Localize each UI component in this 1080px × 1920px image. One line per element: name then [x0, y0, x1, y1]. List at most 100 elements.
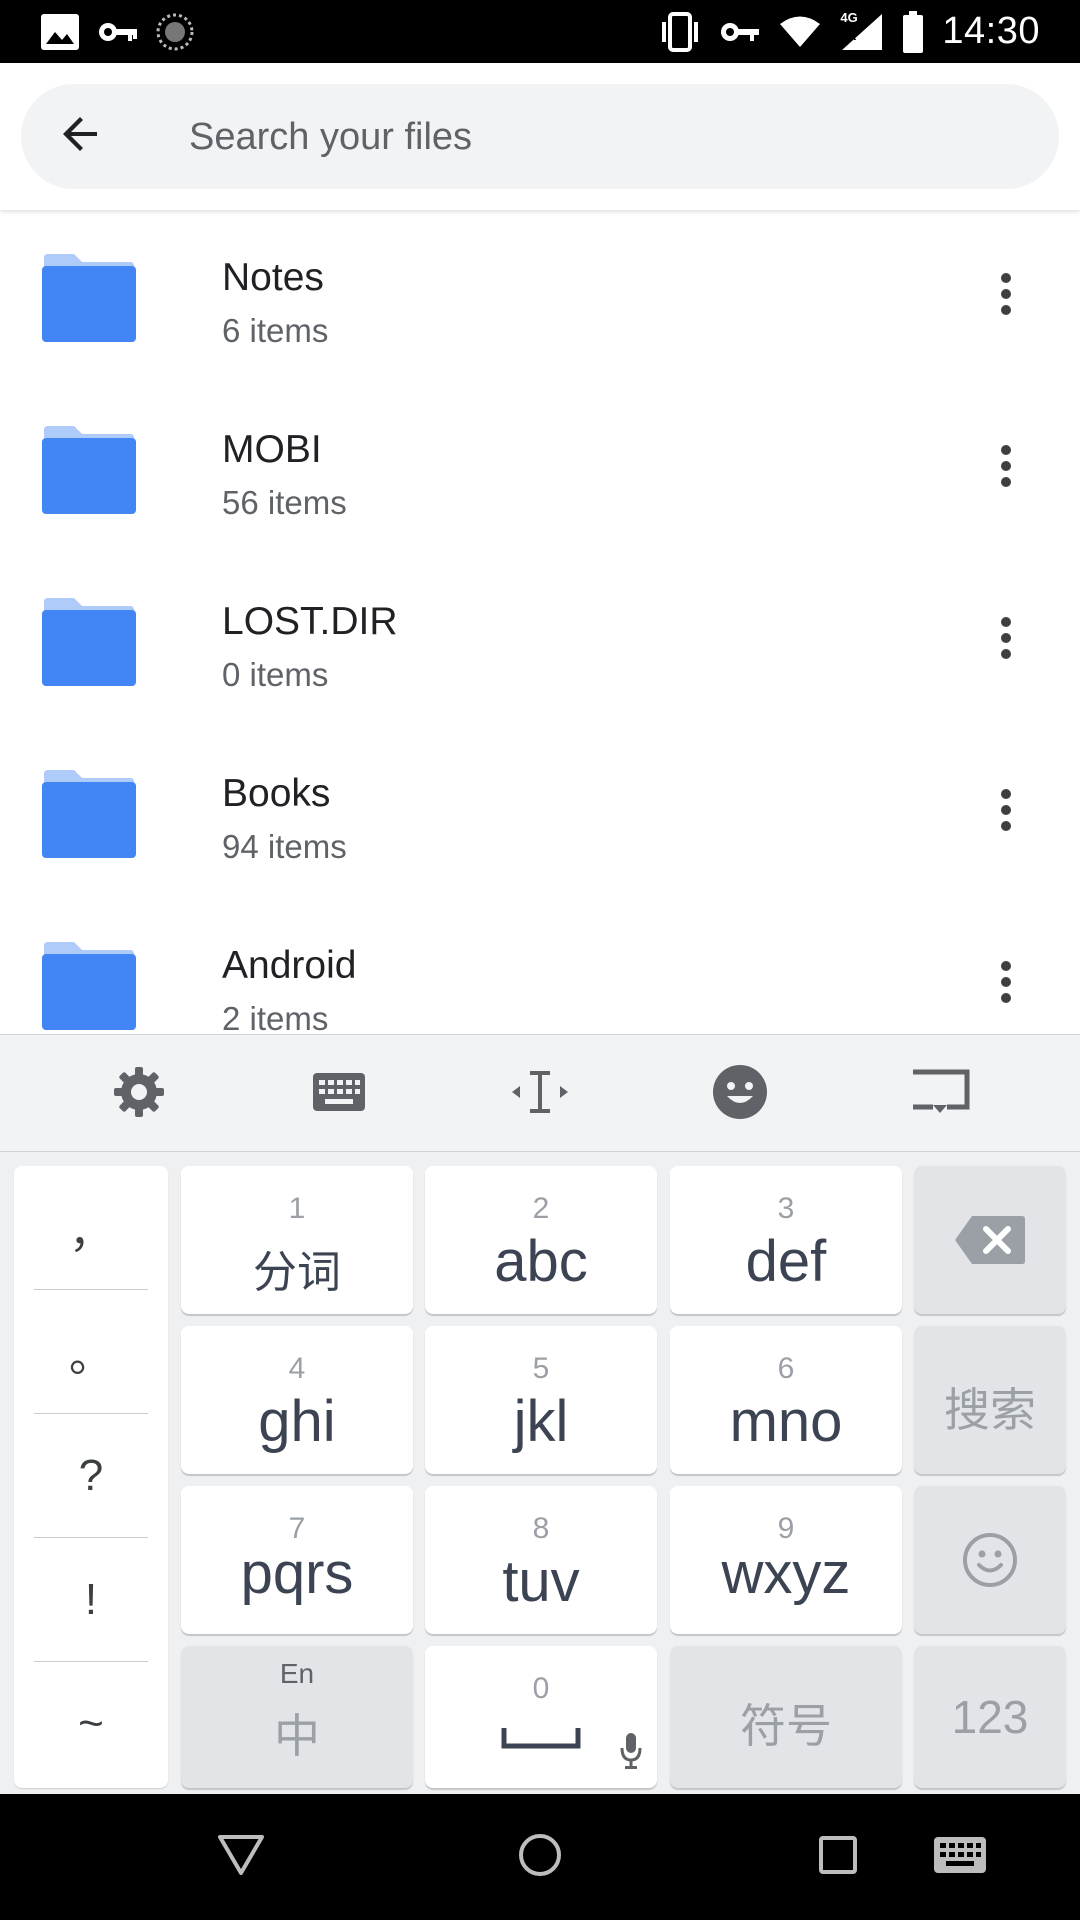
key-number: 2: [532, 1192, 550, 1225]
arrow-back-icon: [57, 110, 105, 163]
network-subtype: 1X: [840, 27, 857, 43]
language-switch-main-label: 中: [274, 1710, 320, 1762]
search-key-label: 搜索: [944, 1384, 1036, 1436]
key-1-fenci[interactable]: 1 分词: [181, 1166, 413, 1314]
key-number: 1: [288, 1192, 306, 1225]
file-name: MOBI: [222, 428, 322, 471]
search-input[interactable]: [187, 106, 1007, 168]
folder-icon: [40, 596, 138, 686]
language-switch-key[interactable]: En 中: [181, 1646, 413, 1788]
signal-icon: 4G 1X: [840, 9, 884, 52]
gear-icon: [112, 1065, 166, 1124]
key-icon: [98, 20, 138, 44]
key-5-jkl[interactable]: 5 jkl: [425, 1326, 657, 1474]
keyboard: ， 。 ? ! ~ 1 分词 2 abc 3 def 4 ghi 5 jkl 6…: [0, 1152, 1080, 1794]
network-type: 4G: [840, 9, 858, 25]
symbols-key[interactable]: 符号: [670, 1646, 902, 1788]
navigation-bar: [0, 1794, 1080, 1920]
emoji-button[interactable]: [705, 1059, 775, 1129]
wifi-icon: [778, 15, 822, 49]
key-number: 5: [532, 1352, 550, 1385]
file-row-mobi[interactable]: MOBI 56 items: [0, 382, 1080, 554]
more-options-button[interactable]: [976, 610, 1036, 670]
key-2-abc[interactable]: 2 abc: [425, 1166, 657, 1314]
file-name: LOST.DIR: [222, 600, 398, 643]
numbers-key-label: 123: [951, 1691, 1029, 1743]
status-bar: 4G 1X 14:30: [0, 0, 1080, 63]
home-circle-icon: [517, 1832, 563, 1883]
key-label: jkl: [513, 1389, 569, 1454]
file-item-count: 0 items: [222, 656, 329, 693]
punctuation-key-exclamation[interactable]: !: [14, 1538, 168, 1661]
more-vert-icon: [1000, 444, 1012, 493]
file-item-count: 2 items: [222, 1000, 329, 1034]
keyboard-icon: [312, 1072, 366, 1117]
status-left-icons: [40, 13, 212, 51]
back-triangle-icon: [216, 1833, 266, 1882]
key-4-ghi[interactable]: 4 ghi: [181, 1326, 413, 1474]
language-switch-top-label: En: [279, 1658, 315, 1689]
numbers-key[interactable]: 123: [914, 1646, 1066, 1788]
key-number: 8: [532, 1512, 550, 1545]
key-number: 3: [777, 1192, 795, 1225]
punctuation-key-tilde[interactable]: ~: [14, 1662, 168, 1785]
key-label: def: [745, 1229, 827, 1294]
more-vert-icon: [1000, 272, 1012, 321]
hide-keyboard-icon: [910, 1069, 970, 1120]
file-name: Books: [222, 772, 331, 815]
more-options-button[interactable]: [976, 438, 1036, 498]
keyboard-layout-button[interactable]: [304, 1059, 374, 1129]
punctuation-key-period[interactable]: 。: [14, 1290, 168, 1413]
file-row-lost-dir[interactable]: LOST.DIR 0 items: [0, 554, 1080, 726]
folder-icon: [40, 252, 138, 342]
more-options-button[interactable]: [976, 782, 1036, 842]
space-key-number: 0: [532, 1672, 550, 1705]
file-row-books[interactable]: Books 94 items: [0, 726, 1080, 898]
symbols-key-label: 符号: [740, 1700, 832, 1752]
search-bar[interactable]: [21, 84, 1059, 189]
back-button[interactable]: [49, 104, 113, 168]
more-vert-icon: [1000, 960, 1012, 1009]
key-8-tuv[interactable]: 8 tuv: [425, 1486, 657, 1634]
file-row-notes[interactable]: Notes 6 items: [0, 210, 1080, 382]
nav-keyboard-switch-button[interactable]: [927, 1824, 993, 1890]
file-item-count: 56 items: [222, 484, 347, 521]
cursor-control-button[interactable]: [505, 1059, 575, 1129]
nav-home-button[interactable]: [507, 1824, 573, 1890]
search-key[interactable]: 搜索: [914, 1326, 1066, 1474]
key-3-def[interactable]: 3 def: [670, 1166, 902, 1314]
keyboard-settings-button[interactable]: [104, 1059, 174, 1129]
vibrate-icon: [658, 11, 702, 52]
punctuation-column: ， 。 ? ! ~: [14, 1166, 168, 1788]
smiley-icon: [914, 1486, 1066, 1634]
backspace-icon: [914, 1166, 1066, 1314]
file-item-count: 94 items: [222, 828, 347, 865]
microphone-icon: [619, 1732, 643, 1775]
nav-back-button[interactable]: [208, 1824, 274, 1890]
keyboard-toolbar: [0, 1034, 1080, 1152]
hide-keyboard-button[interactable]: [905, 1059, 975, 1129]
battery-icon: [902, 10, 924, 53]
key-6-mno[interactable]: 6 mno: [670, 1326, 902, 1474]
nav-recents-button[interactable]: [805, 1824, 871, 1890]
search-header: [0, 63, 1080, 210]
file-name: Android: [222, 944, 357, 987]
file-list: Notes 6 items MOBI 56 items LOST.DIR 0 i…: [0, 210, 1080, 1034]
key-7-pqrs[interactable]: 7 pqrs: [181, 1486, 413, 1634]
space-key[interactable]: 0: [425, 1646, 657, 1788]
more-options-button[interactable]: [976, 954, 1036, 1014]
more-options-button[interactable]: [976, 266, 1036, 326]
more-vert-icon: [1000, 788, 1012, 837]
image-icon: [40, 13, 80, 51]
file-row-android[interactable]: Android 2 items: [0, 898, 1080, 1034]
emoji-key[interactable]: [914, 1486, 1066, 1634]
key-9-wxyz[interactable]: 9 wxyz: [670, 1486, 902, 1634]
space-bar-icon: [501, 1726, 581, 1755]
keyboard-switch-icon: [933, 1836, 987, 1879]
punctuation-key-question[interactable]: ?: [14, 1414, 168, 1537]
more-vert-icon: [1000, 616, 1012, 665]
folder-icon: [40, 768, 138, 858]
backspace-key[interactable]: [914, 1166, 1066, 1314]
folder-icon: [40, 424, 138, 514]
punctuation-key-comma[interactable]: ，: [14, 1166, 168, 1289]
